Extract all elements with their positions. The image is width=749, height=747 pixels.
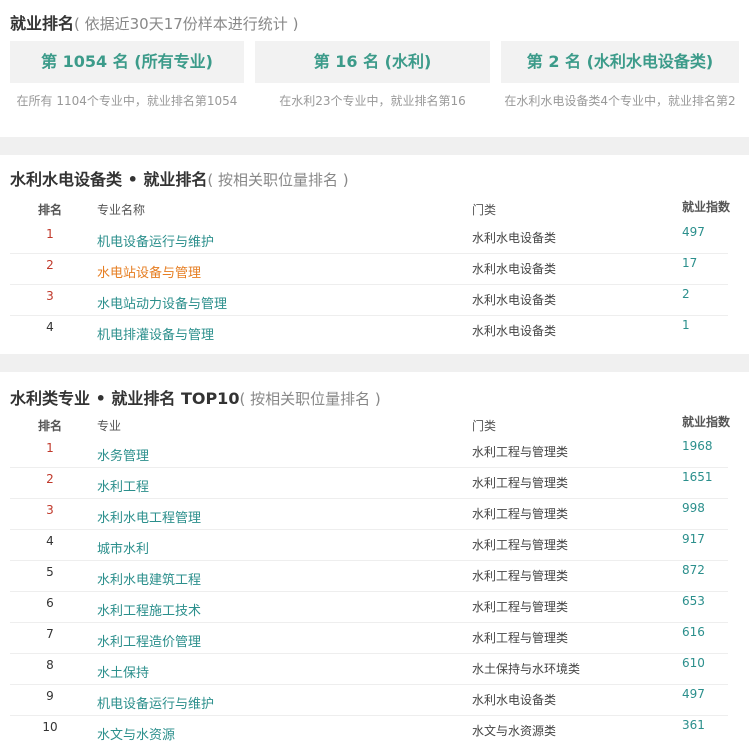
table-row: 2 水利工程 水利工程与管理类 1651: [10, 467, 728, 499]
rank-cell: 6: [46, 596, 54, 610]
table-row: 1 机电设备运行与维护 水利水电设备类 497: [10, 222, 728, 254]
employment-index-cell: 2: [682, 287, 690, 301]
rank-cell: 2: [46, 258, 54, 272]
rank-card-all: 第 1054 名 (所有专业): [10, 41, 244, 83]
employment-index-cell: 998: [682, 501, 705, 515]
section2-title: 水利类专业 • 就业排名 TOP10( 按相关职位量排名 ): [10, 385, 381, 409]
rank-cell: 3: [46, 503, 54, 517]
category-cell: 水土保持与水环境类: [472, 662, 581, 676]
col-header-rank: 排名: [37, 419, 62, 433]
major-name-link[interactable]: 水利工程造价管理: [97, 631, 201, 650]
section2-subtitle: ( 按相关职位量排名 ): [239, 390, 381, 408]
table-row: 3 水电站动力设备与管理 水利水电设备类 2: [10, 284, 728, 316]
category-cell: 水利水电设备类: [472, 324, 557, 338]
rank-cell: 1: [46, 227, 54, 241]
col-header-category: 门类: [472, 203, 497, 217]
major-name-link[interactable]: 水土保持: [97, 662, 149, 681]
employment-index-cell: 1651: [682, 470, 713, 484]
category-cell: 水利工程与管理类: [472, 631, 569, 645]
category-cell: 水利水电设备类: [472, 693, 557, 707]
major-name-link[interactable]: 水利水电工程管理: [97, 507, 201, 526]
category-cell: 水利水电设备类: [472, 262, 557, 276]
category-cell: 水利水电设备类: [472, 231, 557, 245]
table-row: 8 水土保持 水土保持与水环境类 610: [10, 653, 728, 685]
employment-index-cell: 616: [682, 625, 705, 639]
employment-index-cell: 653: [682, 594, 705, 608]
col-header-index: 就业指数: [682, 415, 731, 429]
rank-cell: 9: [46, 689, 54, 703]
rank-card-field: 第 16 名 (水利): [255, 41, 490, 83]
category-cell: 水利水电设备类: [472, 293, 557, 307]
category-cell: 水利工程与管理类: [472, 600, 569, 614]
employment-index-cell: 361: [682, 718, 705, 732]
employment-index-cell: 497: [682, 225, 705, 239]
rank-note-field: 在水利23个专业中，就业排名第16: [279, 94, 466, 108]
major-name-link[interactable]: 机电设备运行与维护: [97, 693, 214, 712]
table-row: 7 水利工程造价管理 水利工程与管理类 616: [10, 622, 728, 654]
category-cell: 水利工程与管理类: [472, 445, 569, 459]
employment-index-cell: 917: [682, 532, 705, 546]
table-row: 3 水利水电工程管理 水利工程与管理类 998: [10, 498, 728, 530]
rank-cell: 3: [46, 289, 54, 303]
employment-index-cell: 1: [682, 318, 690, 332]
table-row: 1 水务管理 水利工程与管理类 1968: [10, 436, 728, 468]
major-name-link[interactable]: 机电排灌设备与管理: [97, 324, 214, 343]
major-name-link[interactable]: 水利水电建筑工程: [97, 569, 201, 588]
category-cell: 水利工程与管理类: [472, 476, 569, 490]
section-divider: [0, 354, 749, 372]
col-header-name: 专业: [97, 419, 122, 433]
rank-card-category: 第 2 名 (水利水电设备类): [501, 41, 739, 83]
table-row: 2 水电站设备与管理 水利水电设备类 17: [10, 253, 728, 285]
employment-index-cell: 497: [682, 687, 705, 701]
major-name-link[interactable]: 水务管理: [97, 445, 149, 464]
major-name-link[interactable]: 机电设备运行与维护: [97, 231, 214, 250]
table-row: 6 水利工程施工技术 水利工程与管理类 653: [10, 591, 728, 623]
col-header-index: 就业指数: [682, 200, 731, 214]
major-name-link[interactable]: 水利工程: [97, 476, 149, 495]
employment-index-cell: 1968: [682, 439, 713, 453]
rank-cell: 10: [42, 720, 58, 734]
rank-note-all: 在所有 1104个专业中，就业排名第1054: [16, 94, 238, 108]
section1-subtitle: ( 按相关职位量排名 ): [207, 171, 349, 189]
rank-cell: 7: [46, 627, 54, 641]
rank-cell: 4: [46, 320, 54, 334]
summary-title-text: 就业排名: [10, 14, 75, 33]
category-cell: 水利工程与管理类: [472, 507, 569, 521]
employment-index-cell: 17: [682, 256, 698, 270]
section1-title-text: 水利水电设备类 • 就业排名: [10, 170, 208, 189]
major-name-link[interactable]: 水利工程施工技术: [97, 600, 201, 619]
table-row: 4 城市水利 水利工程与管理类 917: [10, 529, 728, 561]
major-name-link[interactable]: 水电站设备与管理: [97, 262, 201, 281]
section-divider: [0, 137, 749, 155]
category-cell: 水文与水资源类: [472, 724, 557, 738]
col-header-rank: 排名: [37, 203, 62, 217]
employment-index-cell: 872: [682, 563, 705, 577]
summary-title: 就业排名( 依据近30天17份样本进行统计 ): [10, 10, 298, 34]
col-header-category: 门类: [472, 419, 497, 433]
section2-title-text: 水利类专业 • 就业排名 TOP10: [10, 389, 240, 408]
table-row: 9 机电设备运行与维护 水利水电设备类 497: [10, 684, 728, 716]
category-cell: 水利工程与管理类: [472, 538, 569, 552]
col-header-name: 专业名称: [97, 203, 146, 217]
rank-note-category: 在水利水电设备类4个专业中，就业排名第2: [504, 94, 736, 108]
rank-cell: 4: [46, 534, 54, 548]
summary-subtitle: ( 依据近30天17份样本进行统计 ): [74, 15, 299, 33]
section1-title: 水利水电设备类 • 就业排名( 按相关职位量排名 ): [10, 166, 349, 190]
rank-cell: 8: [46, 658, 54, 672]
major-name-link[interactable]: 城市水利: [97, 538, 149, 557]
category-cell: 水利工程与管理类: [472, 569, 569, 583]
table-row: 10 水文与水资源 水文与水资源类 361: [10, 715, 728, 746]
major-name-link[interactable]: 水电站动力设备与管理: [97, 293, 227, 312]
employment-index-cell: 610: [682, 656, 705, 670]
rank-cell: 5: [46, 565, 54, 579]
table-row: 5 水利水电建筑工程 水利工程与管理类 872: [10, 560, 728, 592]
rank-cell: 2: [46, 472, 54, 486]
rank-cell: 1: [46, 441, 54, 455]
table-row: 4 机电排灌设备与管理 水利水电设备类 1: [10, 315, 728, 346]
major-name-link[interactable]: 水文与水资源: [97, 724, 175, 743]
